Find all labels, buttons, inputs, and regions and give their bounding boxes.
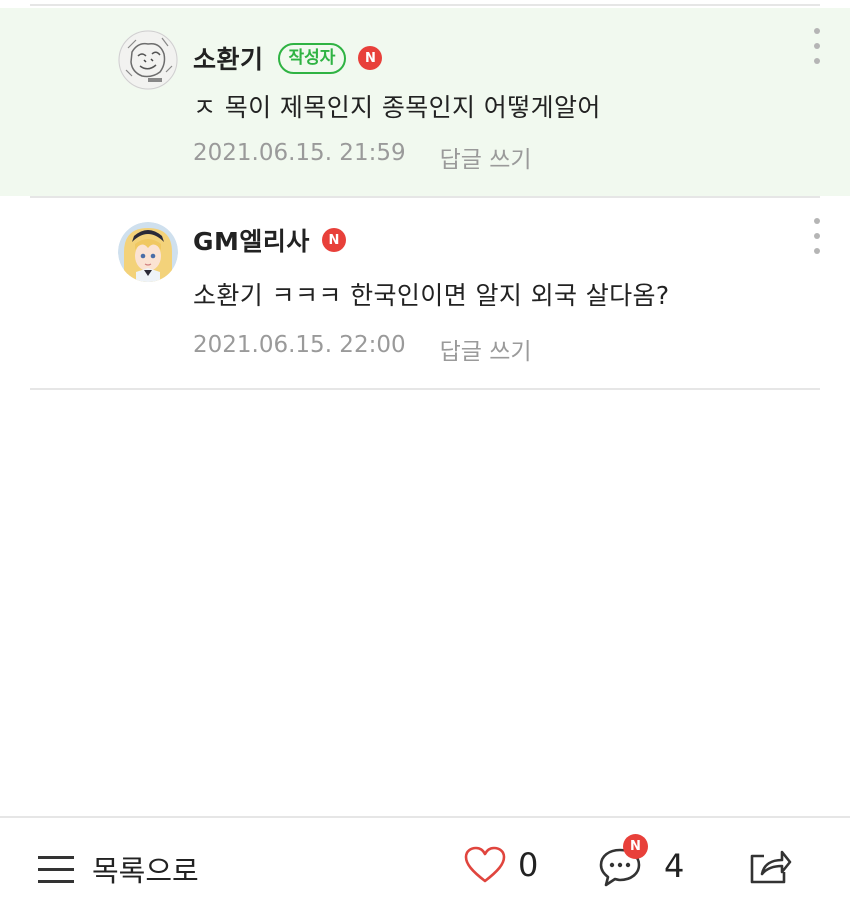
comment-header: 소환기 작성자 N xyxy=(193,38,383,78)
nickname[interactable]: 소환기 xyxy=(193,40,264,76)
comment-item: GM엘리사 N 소환기 ㅋㅋㅋ 한국인이면 알지 외국 살다옴? 2021.06… xyxy=(0,198,850,388)
comment-text: 소환기 ㅋㅋㅋ 한국인이면 알지 외국 살다옴? xyxy=(193,281,670,310)
comment-header: GM엘리사 N xyxy=(193,220,346,260)
back-to-list-label: 목록으로 xyxy=(92,854,199,888)
top-divider xyxy=(30,4,820,6)
more-vertical-icon[interactable] xyxy=(810,28,824,64)
back-to-list-button[interactable]: 목록으로 xyxy=(38,848,199,890)
reply-button[interactable]: 답글 쓰기 xyxy=(440,140,532,174)
avatar[interactable] xyxy=(118,222,178,282)
comment-button[interactable]: N 4 xyxy=(598,834,685,887)
comment-text: ㅈ 목이 제목인지 종목인지 어떻게알어 xyxy=(193,93,601,122)
timestamp: 2021.06.15. 21:59 xyxy=(193,140,406,166)
bottom-toolbar: 목록으로 0 N 4 xyxy=(0,816,850,915)
author-badge: 작성자 xyxy=(277,42,347,74)
like-count: 0 xyxy=(518,846,539,884)
comment-item: 소환기 작성자 N ㅈ 목이 제목인지 종목인지 어떻게알어 2021.06.1… xyxy=(0,8,850,196)
timestamp: 2021.06.15. 22:00 xyxy=(193,332,406,358)
comment-page: 소환기 작성자 N ㅈ 목이 제목인지 종목인지 어떻게알어 2021.06.1… xyxy=(0,0,850,915)
more-vertical-icon[interactable] xyxy=(810,218,824,254)
comment-new-badge: N xyxy=(623,834,648,859)
comment-divider xyxy=(30,388,820,390)
list-menu-icon xyxy=(38,856,74,883)
heart-icon xyxy=(464,846,506,883)
new-badge: N xyxy=(321,228,346,252)
avatar[interactable] xyxy=(118,30,178,90)
new-badge: N xyxy=(358,46,383,70)
comment-meta: 2021.06.15. 21:59 답글 쓰기 xyxy=(193,140,532,174)
like-button[interactable]: 0 xyxy=(464,846,538,884)
comment-count: 4 xyxy=(664,847,685,885)
reply-button[interactable]: 답글 쓰기 xyxy=(440,332,532,366)
nickname[interactable]: GM엘리사 xyxy=(193,222,310,258)
share-icon xyxy=(750,850,792,884)
share-button[interactable] xyxy=(748,848,792,890)
comment-meta: 2021.06.15. 22:00 답글 쓰기 xyxy=(193,332,532,366)
